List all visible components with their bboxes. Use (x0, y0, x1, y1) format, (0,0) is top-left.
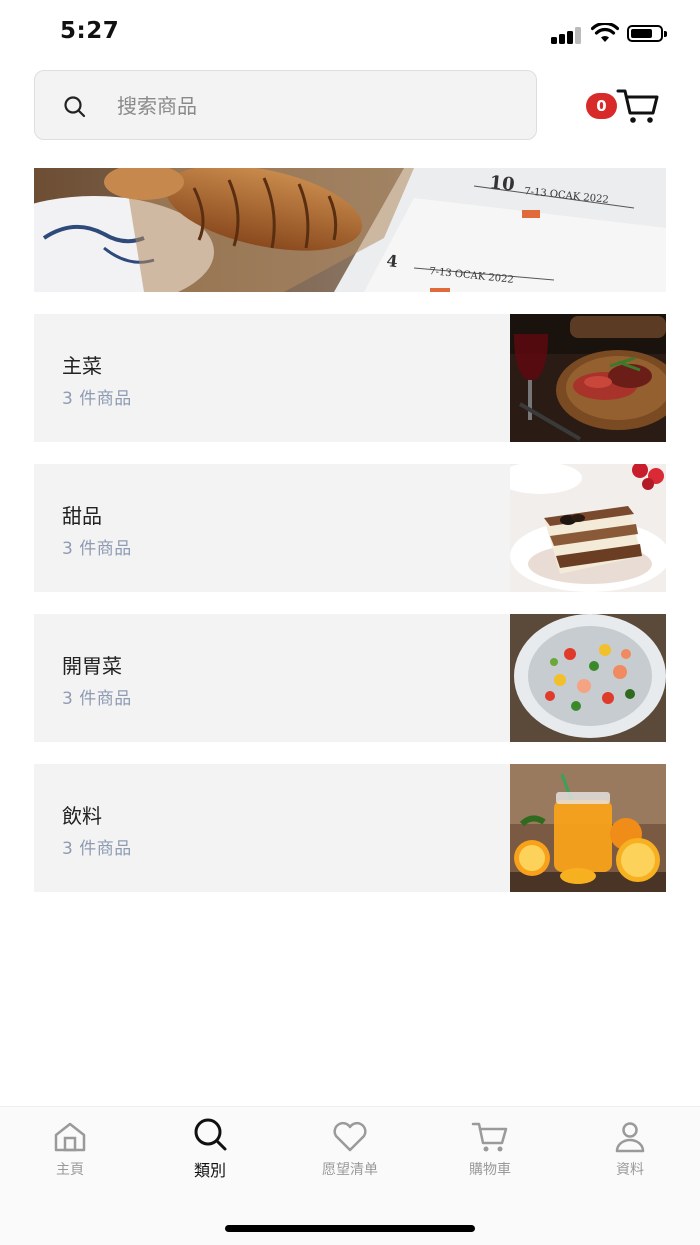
category-count: 3 件商品 (62, 389, 132, 409)
category-name: 甜品 (62, 504, 102, 528)
search-input[interactable] (115, 83, 519, 129)
battery-icon (627, 25, 667, 42)
nav-item-cart[interactable]: 購物車 (420, 1121, 560, 1191)
search-bar[interactable] (34, 70, 537, 140)
home-icon (54, 1122, 86, 1152)
heart-icon (333, 1122, 367, 1152)
nav-label: 類別 (193, 1161, 226, 1180)
search-icon (64, 96, 86, 118)
category-card-appetizer[interactable]: 開胃菜 3 件商品 (34, 614, 666, 742)
category-name: 主菜 (62, 354, 102, 378)
category-count: 3 件商品 (62, 839, 132, 859)
nav-label: 愿望清单 (322, 1162, 378, 1178)
banner-image: 10 7-13 OCAK 2022 4 7-13 OCAK 2022 (34, 168, 666, 292)
nav-label: 資料 (616, 1162, 644, 1178)
wifi-icon (591, 23, 619, 42)
nav-label: 主頁 (56, 1162, 84, 1178)
status-bar: 5:27 (0, 0, 700, 64)
category-name: 開胃菜 (62, 654, 122, 678)
nav-label: 購物車 (469, 1162, 511, 1178)
promo-banner[interactable]: 10 7-13 OCAK 2022 4 7-13 OCAK 2022 (34, 168, 666, 292)
cart-icon (616, 89, 659, 123)
cart-button[interactable]: 0 (586, 86, 660, 126)
banner-text-4: 4 (386, 251, 399, 271)
category-card-dessert[interactable]: 甜品 3 件商品 (34, 464, 666, 592)
category-count: 3 件商品 (62, 689, 132, 709)
salad-image (510, 614, 666, 742)
cart-count-badge: 0 (586, 93, 617, 119)
nav-item-home[interactable]: 主頁 (0, 1121, 140, 1191)
nav-item-categories[interactable]: 類別 (140, 1117, 280, 1187)
category-name: 飲料 (62, 804, 102, 828)
nav-item-wishlist[interactable]: 愿望清单 (280, 1121, 420, 1191)
search-icon (194, 1118, 227, 1151)
status-time: 5:27 (60, 18, 120, 44)
banner-text-10: 10 (488, 172, 515, 196)
category-card-drinks[interactable]: 飲料 3 件商品 (34, 764, 666, 892)
category-card-main[interactable]: 主菜 3 件商品 (34, 314, 666, 442)
category-count: 3 件商品 (62, 539, 132, 559)
home-indicator (225, 1225, 475, 1232)
steak-image (510, 314, 666, 442)
orange-juice-image (510, 764, 666, 892)
user-icon (615, 1122, 645, 1153)
cellular-signal-icon (551, 26, 583, 44)
nav-item-profile[interactable]: 資料 (560, 1121, 700, 1191)
cart-icon (471, 1122, 508, 1152)
tiramisu-image (510, 464, 666, 592)
